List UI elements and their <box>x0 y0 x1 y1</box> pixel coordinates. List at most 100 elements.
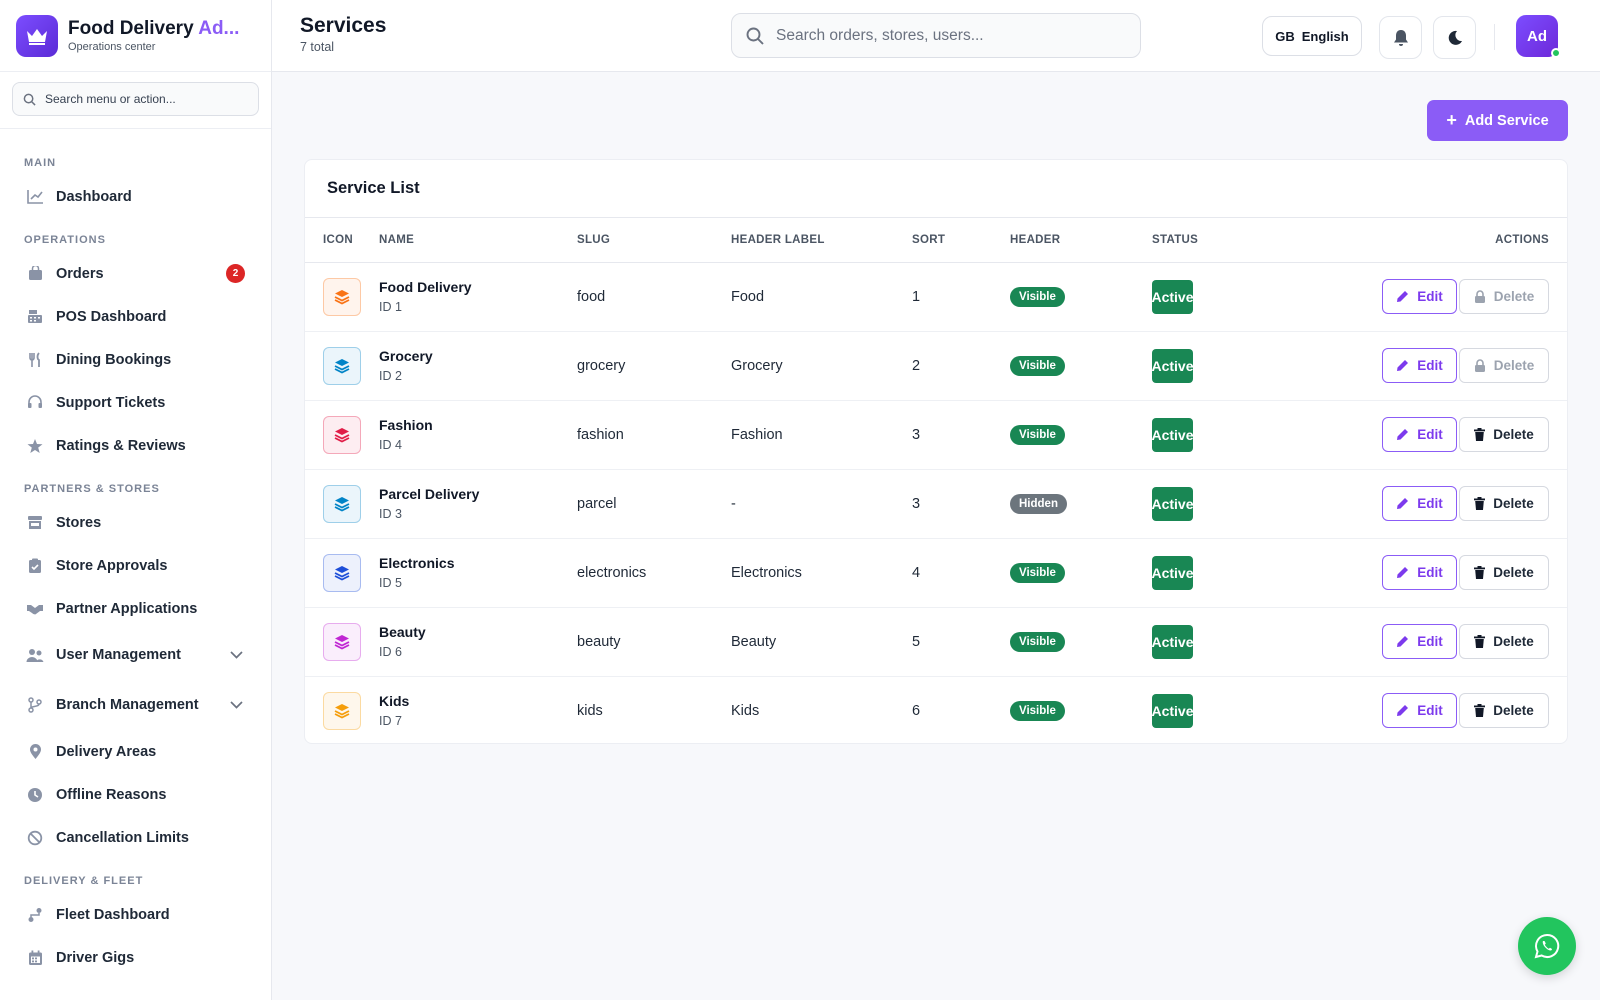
sidebar-item-branch-management[interactable]: Branch Management <box>0 680 271 730</box>
col-status: STATUS <box>1152 218 1322 263</box>
sidebar: Food Delivery Ad... Operations center MA… <box>0 0 272 1000</box>
sidebar-search-input[interactable] <box>45 92 245 106</box>
service-header-label: Grocery <box>731 331 912 401</box>
sidebar-item-label: Partner Applications <box>56 600 198 617</box>
chevron-down-icon[interactable] <box>230 697 243 713</box>
language-button[interactable]: GB English <box>1262 16 1362 56</box>
col-header: HEADER <box>1010 218 1152 263</box>
chevron-down-icon[interactable] <box>230 647 243 663</box>
service-name: Electronics <box>379 555 455 571</box>
col-header-label: HEADER LABEL <box>731 218 912 263</box>
sidebar-item-label: Ratings & Reviews <box>56 437 186 454</box>
service-id: ID 6 <box>379 645 402 659</box>
sidebar-item-label: Dashboard <box>56 188 132 205</box>
sidebar-item-pos[interactable]: POS Dashboard <box>0 295 271 338</box>
edit-label: Edit <box>1417 496 1443 511</box>
service-id: ID 3 <box>379 507 402 521</box>
app-subtitle: Operations center <box>68 41 156 53</box>
store-icon <box>26 514 44 532</box>
service-sort: 6 <box>912 702 921 719</box>
table-row: Kids ID 7 kids Kids 6 Visible Active Edit Delete <box>305 676 1567 743</box>
layer-group-icon <box>323 691 361 730</box>
calendar-icon <box>26 949 44 967</box>
delete-button[interactable]: Delete <box>1459 693 1549 729</box>
bag-icon <box>26 265 44 283</box>
pencil-icon <box>1397 291 1409 302</box>
ban-icon <box>26 829 44 847</box>
table-row: Fashion ID 4 fashion Fashion 3 Visible Active E… <box>305 400 1567 470</box>
sidebar-item-label: Delivery Areas <box>56 743 157 760</box>
sidebar-item-dining[interactable]: Dining Bookings <box>0 338 271 381</box>
service-name: Fashion <box>379 417 433 433</box>
edit-button[interactable]: Edit <box>1382 348 1457 383</box>
edit-label: Edit <box>1417 703 1443 719</box>
status-badge: Active <box>1151 624 1194 659</box>
global-search-input[interactable] <box>776 26 1116 45</box>
col-slug: SLUG <box>577 218 731 263</box>
trash-icon <box>1474 704 1486 718</box>
global-search[interactable] <box>731 13 1141 58</box>
sidebar-search[interactable] <box>12 82 259 116</box>
theme-toggle-button[interactable] <box>1433 16 1476 59</box>
delete-button[interactable]: Delete <box>1459 555 1549 590</box>
sidebar-item-label: Driver Gigs <box>56 949 135 966</box>
service-sort: 1 <box>912 262 1010 332</box>
add-service-label: Add Service <box>1464 112 1549 129</box>
service-slug: parcel <box>577 469 731 539</box>
sidebar-item-offline-reasons[interactable]: Offline Reasons <box>0 773 271 816</box>
search-icon <box>746 27 764 45</box>
sidebar-item-support[interactable]: Support Tickets <box>0 381 271 424</box>
delete-button[interactable]: Delete <box>1459 624 1549 659</box>
whatsapp-chat-button[interactable] <box>1518 917 1576 975</box>
pencil-icon <box>1397 360 1409 371</box>
service-slug: fashion <box>577 400 731 470</box>
header-visibility-badge: Visible <box>1010 424 1065 445</box>
sidebar-item-stores[interactable]: Stores <box>0 501 271 544</box>
top-header: Services 7 total GB English Ad <box>272 0 1600 72</box>
delete-button: Delete <box>1459 348 1549 383</box>
delete-label: Delete <box>1493 565 1534 580</box>
sidebar-item-ratings[interactable]: Ratings & Reviews <box>0 424 271 467</box>
sidebar-item-label: Stores <box>56 514 102 531</box>
service-name: Kids <box>379 693 410 710</box>
brand: Food Delivery Ad... Operations center <box>0 0 271 72</box>
sidebar-item-orders[interactable]: Orders 2 <box>0 252 271 295</box>
sidebar-item-user-management[interactable]: User Management <box>0 630 271 680</box>
layer-group-icon <box>323 622 361 661</box>
app-title-main: Food Delivery <box>68 18 199 39</box>
plus-icon: + <box>1446 110 1457 130</box>
sidebar-item-driver-gigs[interactable]: Driver Gigs <box>0 936 271 979</box>
edit-label: Edit <box>1417 634 1443 649</box>
users-icon <box>26 646 44 664</box>
sidebar-item-delivery-areas[interactable]: Delivery Areas <box>0 730 271 773</box>
sidebar-item-partner-applications[interactable]: Partner Applications <box>0 587 271 630</box>
headset-icon <box>26 394 44 412</box>
table-row: Beauty ID 6 beauty Beauty 5 Visible Active Edit… <box>305 607 1567 677</box>
edit-button[interactable]: Edit <box>1382 279 1457 314</box>
card-title: Service List <box>305 160 1567 218</box>
service-name: Beauty <box>379 624 426 640</box>
sidebar-item-label: User Management <box>56 647 181 663</box>
edit-button[interactable]: Edit <box>1382 624 1457 659</box>
add-service-button[interactable]: + Add Service <box>1427 100 1568 141</box>
sidebar-item-dashboard[interactable]: Dashboard <box>0 175 271 218</box>
whatsapp-icon <box>1534 933 1560 959</box>
edit-button[interactable]: Edit <box>1382 417 1457 452</box>
edit-button[interactable]: Edit <box>1382 693 1457 729</box>
sidebar-item-cancellation-limits[interactable]: Cancellation Limits <box>0 816 271 859</box>
sidebar-item-approvals[interactable]: Store Approvals <box>0 544 271 587</box>
delete-button[interactable]: Delete <box>1459 486 1549 521</box>
status-badge: Active <box>1151 279 1194 314</box>
user-avatar[interactable]: Ad <box>1516 15 1561 58</box>
sidebar-item-fleet[interactable]: Fleet Dashboard <box>0 893 271 936</box>
service-name: Parcel Delivery <box>379 486 480 502</box>
service-header-label: Food <box>731 262 912 332</box>
header-divider <box>1494 24 1495 50</box>
edit-button[interactable]: Edit <box>1382 555 1457 590</box>
delete-button[interactable]: Delete <box>1459 417 1549 452</box>
edit-button[interactable]: Edit <box>1382 486 1457 521</box>
star-icon <box>26 437 44 455</box>
crown-icon[interactable] <box>16 14 58 57</box>
service-table: ICON NAME SLUG HEADER LABEL SORT HEADER … <box>305 218 1567 743</box>
notifications-button[interactable] <box>1379 16 1422 59</box>
